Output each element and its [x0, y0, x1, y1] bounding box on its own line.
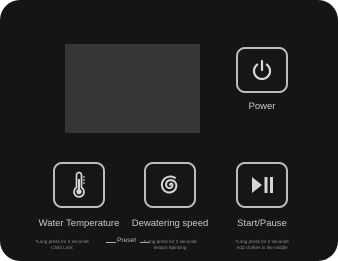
power-label: Power [248, 101, 276, 112]
start-pause-note: *Long press for 2 seconds Add clothes in… [235, 239, 289, 250]
thermometer-icon [66, 170, 92, 200]
dewatering-speed-button[interactable] [144, 162, 196, 208]
water-temperature-button[interactable] [53, 162, 105, 208]
play-pause-icon [248, 174, 276, 196]
display-screen [65, 44, 200, 133]
preset-line-right [140, 242, 149, 243]
preset-label: Preset [117, 237, 137, 244]
power-icon [249, 57, 275, 83]
start-pause-button[interactable] [236, 162, 288, 208]
water-temperature-label: Water Temperature [38, 218, 120, 229]
start-pause-label: Start/Pause [237, 218, 287, 229]
dewatering-speed-note: *Long press for 2 seconds Instant Spinni… [143, 239, 197, 250]
preset-line-left [106, 242, 116, 243]
spiral-icon [156, 171, 184, 199]
power-button[interactable] [236, 47, 288, 93]
control-panel: Power Water Temperature *Long press for … [0, 0, 338, 261]
water-temperature-note: *Long press for 2 seconds Child Lock [35, 239, 89, 250]
dewatering-speed-label: Dewatering speed [131, 218, 209, 229]
